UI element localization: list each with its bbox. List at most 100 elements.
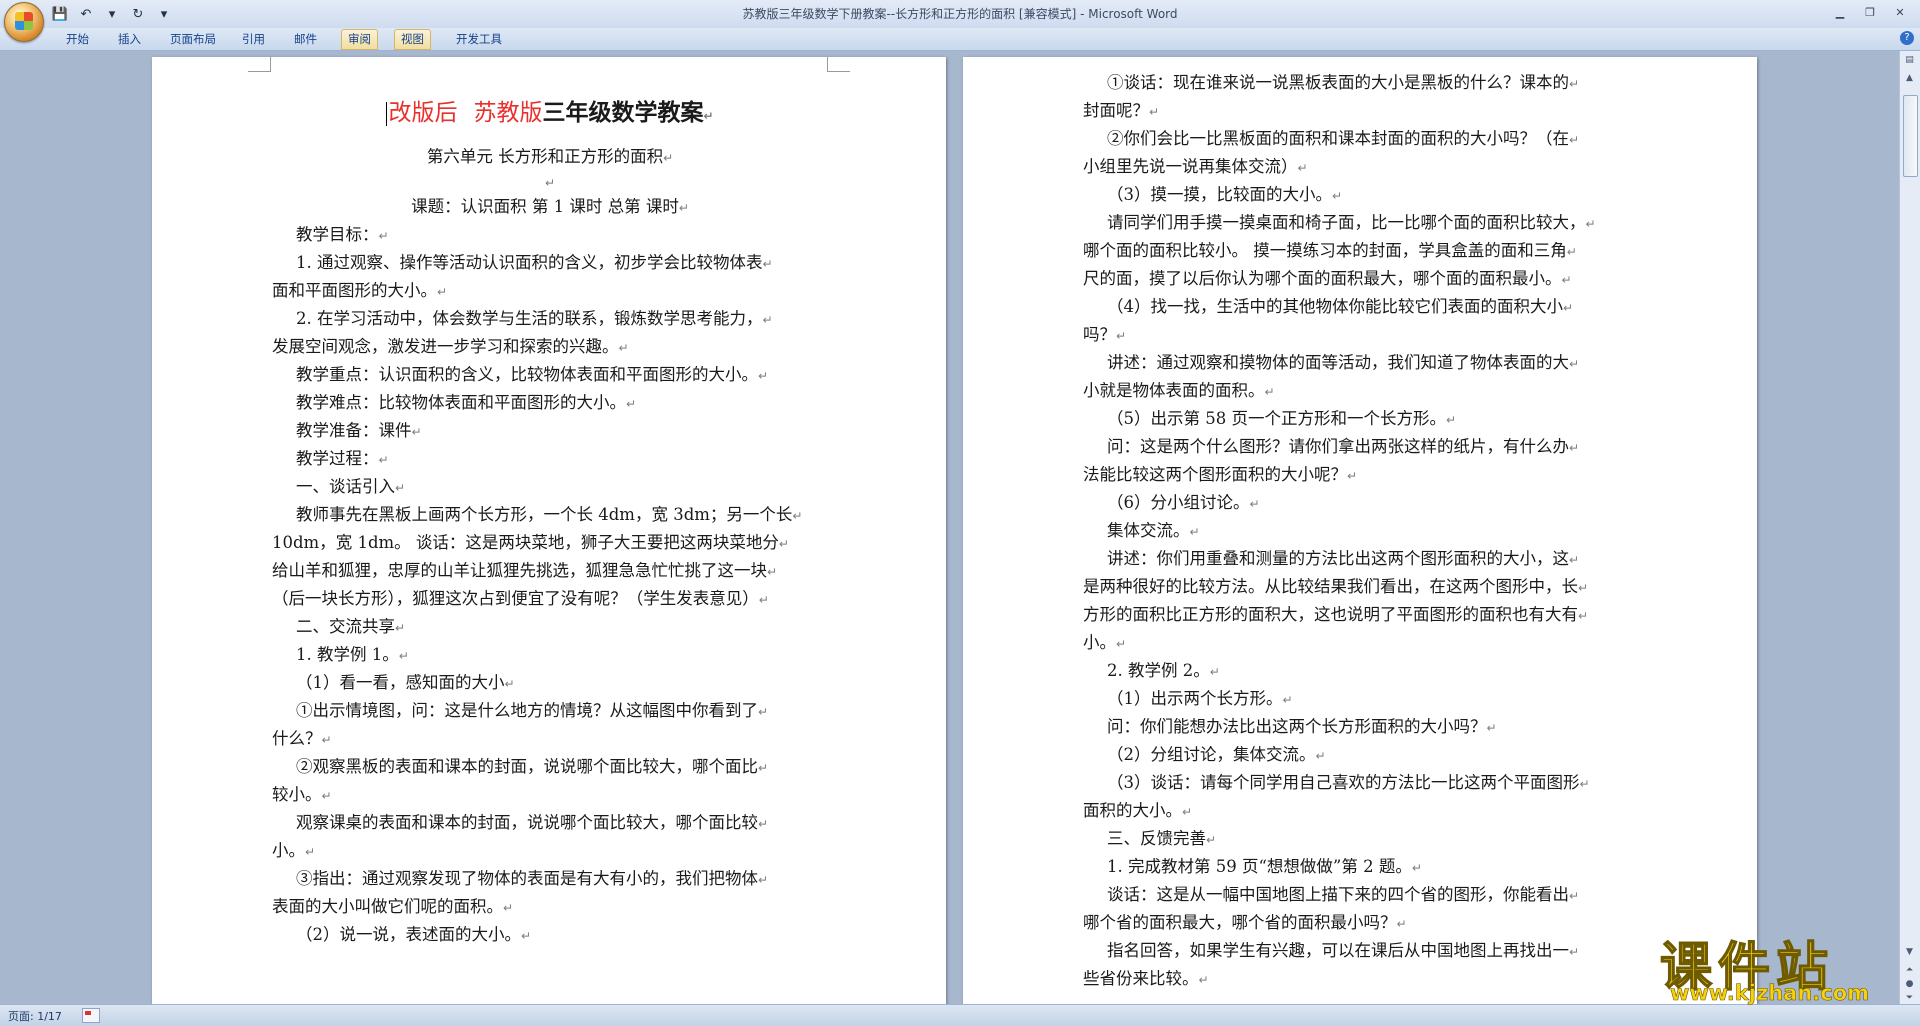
paragraph-mark-icon: ↵ xyxy=(1569,77,1580,91)
paragraph-mark-icon: ↵ xyxy=(1566,245,1577,259)
paragraph-line: 指名回答，如果学生有兴趣，可以在课后从中国地图上再找出一↵ xyxy=(1107,941,1580,960)
paragraph-line: 教学过程：↵ xyxy=(296,449,389,468)
minimize-icon[interactable]: ▁ xyxy=(1826,3,1854,21)
paragraph-line: 三、反馈完善↵ xyxy=(1107,829,1217,848)
vertical-scrollbar[interactable]: ▤ ▲ ▼ ⏶ ● ⏷ xyxy=(1899,51,1920,1004)
window-title: 苏教版三年级数学下册教案--长方形和正方形的面积 [兼容模式] - Micros… xyxy=(742,7,1178,21)
paragraph-mark-icon: ↵ xyxy=(1569,889,1580,903)
paragraph-line: 1. 教学例 1。↵ xyxy=(296,645,409,664)
page-corner-mark xyxy=(248,57,271,72)
paragraph-line: 小组里先说一说再集体交流）↵ xyxy=(1083,157,1308,176)
paragraph-mark-icon: ↵ xyxy=(1578,609,1589,623)
paragraph-mark-icon: ↵ xyxy=(437,285,448,299)
paragraph-mark-icon: ↵ xyxy=(618,341,629,355)
paragraph-line: 2. 在学习活动中，体会数学与生活的联系，锻炼数学思考能力，↵ xyxy=(296,309,773,328)
paragraph-line: 教学难点：比较物体表面和平面图形的大小。↵ xyxy=(296,393,637,412)
paragraph-line: 教学目标：↵ xyxy=(296,225,389,244)
paragraph-mark-icon: ↵ xyxy=(1445,413,1457,427)
paragraph-line: 教学准备：课件↵ xyxy=(296,421,422,440)
maximize-icon[interactable]: ❐ xyxy=(1856,3,1884,21)
paragraph-line: 问：你们能想办法比出这两个长方形面积的大小吗？↵ xyxy=(1107,717,1497,736)
close-icon[interactable]: ✕ xyxy=(1886,3,1914,21)
paragraph-line: （后一块长方形），狐狸这次占到便宜了没有呢？（学生发表意见）↵ xyxy=(272,589,769,608)
watermark-url: www.kjzhan.com xyxy=(1670,981,1870,1006)
paragraph-mark-icon: ↵ xyxy=(504,677,515,691)
ribbon-tab-0[interactable]: 开始 xyxy=(60,30,95,48)
paragraph-mark-icon: ↵ xyxy=(395,481,406,495)
paragraph-mark-icon: ↵ xyxy=(321,733,332,747)
paragraph-line: ①谈话：现在谁来说一说黑板表面的大小是黑板的什么？课本的↵ xyxy=(1107,73,1580,92)
paragraph-line: 方形的面积比正方形的面积大，这也说明了平面图形的面积也有大有↵ xyxy=(1083,605,1589,624)
paragraph-mark-icon: ↵ xyxy=(1569,357,1580,371)
paragraph-mark-icon: ↵ xyxy=(1578,581,1589,595)
ribbon-tab-3[interactable]: 引用 xyxy=(236,30,271,48)
paragraph-mark-icon: ↵ xyxy=(1116,637,1127,651)
paragraph-line: （4）找一找，生活中的其他物体你能比较它们表面的面积大小↵ xyxy=(1107,297,1574,316)
paragraph-line: ②观察黑板的表面和课本的封面，说说哪个面比较大，哪个面比↵ xyxy=(296,757,769,776)
paragraph-mark-icon: ↵ xyxy=(792,509,803,523)
title-main: 三年级数学教案 xyxy=(542,99,704,126)
ribbon-tab-6[interactable]: 视图 xyxy=(394,29,431,50)
paragraph-mark-icon: ↵ xyxy=(767,565,778,579)
select-browse-object-icon[interactable]: ● xyxy=(1902,977,1917,992)
paragraph-line: 一、谈话引入↵ xyxy=(296,477,406,496)
paragraph-line: （5）出示第 58 页一个正方形和一个长方形。↵ xyxy=(1107,409,1457,428)
paragraph-line: ③指出：通过观察发现了物体的表面是有大有小的，我们把物体↵ xyxy=(296,869,769,888)
paragraph-line: 教师事先在黑板上画两个长方形，一个长 4dm，宽 3dm；另一个长↵ xyxy=(296,505,803,524)
paragraph-mark-icon: ↵ xyxy=(1297,161,1308,175)
ribbon-tab-1[interactable]: 插入 xyxy=(112,30,147,48)
paragraph-line: 表面的大小叫做它们呢的面积。↵ xyxy=(272,897,514,916)
paragraph-mark-icon: ↵ xyxy=(1206,833,1217,847)
paragraph-mark-icon: ↵ xyxy=(1486,721,1497,735)
empty-paragraph: ↵ xyxy=(544,176,556,190)
paragraph-mark-icon: ↵ xyxy=(411,425,422,439)
ribbon-tab-5[interactable]: 审阅 xyxy=(341,29,378,50)
page-left-text[interactable]: 改版后 苏教版三年级数学教案↵ 第六单元 长方形和正方形的面积↵ ↵ 课题：认识… xyxy=(272,85,828,949)
paragraph-mark-icon: ↵ xyxy=(758,873,769,887)
paragraph-mark-icon: ↵ xyxy=(758,705,769,719)
ribbon-tab-2[interactable]: 页面布局 xyxy=(164,30,222,48)
paragraph-line: 10dm，宽 1dm。 谈话：这是两块菜地，狮子大王要把这两块菜地分↵ xyxy=(272,533,789,552)
ribbon-tab-7[interactable]: 开发工具 xyxy=(450,30,508,48)
paragraph-line: （3）摸一摸，比较面的大小。↵ xyxy=(1107,185,1343,204)
paragraph-mark-icon: ↵ xyxy=(626,397,637,411)
paragraph-mark-icon: ↵ xyxy=(1579,777,1590,791)
paragraph-mark-icon: ↵ xyxy=(1315,749,1326,763)
ruler-toggle-icon[interactable]: ▤ xyxy=(1902,53,1917,68)
paragraph-mark-icon: ↵ xyxy=(1182,805,1193,819)
office-button[interactable] xyxy=(4,2,44,42)
paragraph-line: （3）谈话：请每个同学用自己喜欢的方法比一比这两个平面图形↵ xyxy=(1107,773,1590,792)
paragraph-mark-icon: ↵ xyxy=(1563,301,1574,315)
paragraph-line: 请同学们用手摸一摸桌面和椅子面，比一比哪个面的面积比较大，↵ xyxy=(1107,213,1596,232)
paragraph-mark-icon: ↵ xyxy=(1189,525,1200,539)
paragraph-line: （1）看一看，感知面的大小↵ xyxy=(296,673,515,692)
paragraph-mark-icon: ↵ xyxy=(503,901,514,915)
paragraph-line: 谈话：这是从一幅中国地图上描下来的四个省的图形，你能看出↵ xyxy=(1107,885,1580,904)
right-body: ①谈话：现在谁来说一说黑板表面的大小是黑板的什么？课本的↵ 封面呢？↵ ②你们会比一… xyxy=(1083,69,1639,993)
scroll-thumb[interactable] xyxy=(1903,95,1918,177)
paragraph-line: 较小。↵ xyxy=(272,785,332,804)
scroll-up-icon[interactable]: ▲ xyxy=(1902,71,1917,86)
paragraph-line: 发展空间观念，激发进一步学习和探索的兴趣。↵ xyxy=(272,337,629,356)
paragraph-mark-icon: ↵ xyxy=(762,313,773,327)
document-title: 改版后 苏教版三年级数学教案↵ xyxy=(386,99,714,126)
paragraph-line: 教学重点：认识面积的含义，比较物体表面和平面图形的大小。↵ xyxy=(296,365,769,384)
window-controls: ▁ ❐ ✕ xyxy=(1826,3,1914,21)
paragraph-line: 二、交流共享↵ xyxy=(296,617,406,636)
page-right-text[interactable]: ①谈话：现在谁来说一说黑板表面的大小是黑板的什么？课本的↵ 封面呢？↵ ②你们会比一… xyxy=(1083,69,1639,993)
paragraph-mark-icon: ↵ xyxy=(1569,441,1580,455)
paragraph-mark-icon: ↵ xyxy=(1116,329,1127,343)
paragraph-line: 集体交流。↵ xyxy=(1107,521,1200,540)
ribbon-tab-4[interactable]: 邮件 xyxy=(288,30,323,48)
status-bar: 页面: 1/17 xyxy=(0,1004,1920,1026)
scroll-down-icon[interactable]: ▼ xyxy=(1902,945,1917,960)
help-icon[interactable]: ? xyxy=(1900,31,1914,45)
page-corner-mark xyxy=(827,57,850,72)
paragraph-line: 小就是物体表面的面积。↵ xyxy=(1083,381,1275,400)
paragraph-line: 1. 完成教材第 59 页“想想做做”第 2 题。↵ xyxy=(1107,857,1422,876)
paragraph-mark-icon: ↵ xyxy=(305,845,316,859)
page-indicator[interactable]: 页面: 1/17 xyxy=(8,1008,62,1024)
previous-page-icon[interactable]: ⏶ xyxy=(1902,963,1917,978)
paragraph-line: 吗？↵ xyxy=(1083,325,1127,344)
proofing-status-icon[interactable] xyxy=(82,1008,100,1023)
